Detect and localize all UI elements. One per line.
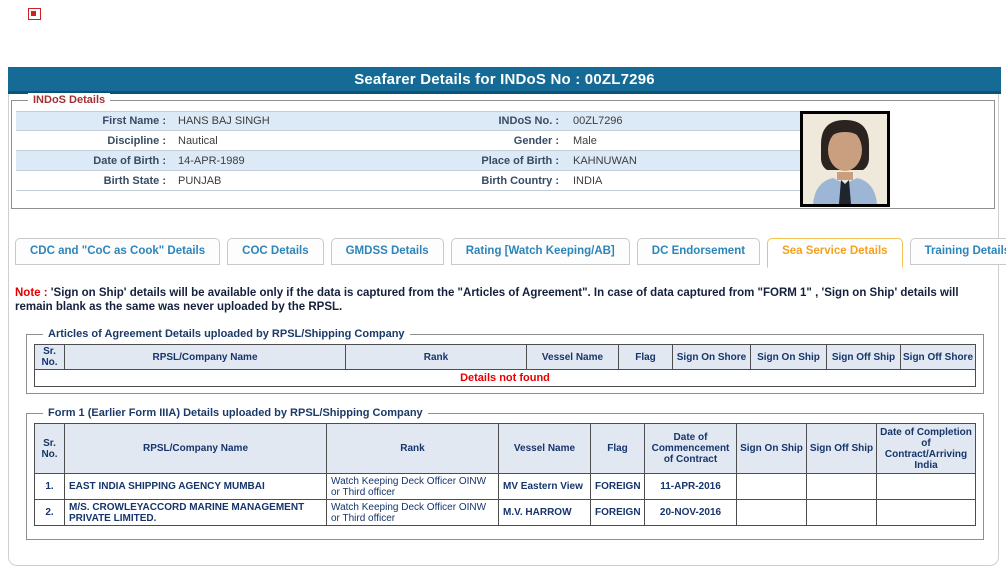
form1-col-sign-off-ship: Sign Off Ship	[806, 423, 877, 474]
tab-cdc-coc-cook-details[interactable]: CDC and "CoC as Cook" Details	[15, 238, 221, 265]
articles-col-sign-on-shore: Sign On Shore	[672, 344, 751, 370]
articles-col-sign-off-ship: Sign Off Ship	[826, 344, 901, 370]
note-body: 'Sign on Ship' details will be available…	[15, 287, 959, 313]
articles-legend: Articles of Agreement Details uploaded b…	[43, 327, 410, 341]
articles-table: Sr. No. RPSL/Company Name Rank Vessel Na…	[34, 344, 976, 387]
discipline-value: Nautical	[178, 134, 218, 147]
form1-col-sign-on-ship: Sign On Ship	[736, 423, 807, 474]
articles-col-rank: Rank	[345, 344, 527, 370]
indos-details-legend: INDoS Details	[28, 93, 111, 107]
indos-no-label: INDoS No. :	[498, 115, 560, 127]
row1-sign-on-ship	[736, 473, 807, 500]
articles-col-sign-off-shore: Sign Off Shore	[900, 344, 976, 370]
birth-country-value: INDIA	[573, 174, 603, 187]
row2-flag: FOREIGN	[590, 499, 645, 526]
row1-rank: Watch Keeping Deck Officer OINW or Third…	[326, 473, 499, 500]
row2-vessel: M.V. HARROW	[498, 499, 591, 526]
form1-col-commencement: Date of Commencement of Contract	[644, 423, 737, 474]
birth-state-value: PUNJAB	[178, 174, 222, 187]
pob-value: KAHNUWAN	[573, 154, 637, 167]
row2-sign-on-ship	[736, 499, 807, 526]
row2-sign-off-ship	[806, 499, 877, 526]
details-not-found-message: Details not found	[34, 369, 976, 387]
articles-empty-row: Details not found	[34, 369, 976, 387]
first-name-label: First Name :	[102, 115, 166, 127]
dob-label: Date of Birth :	[93, 154, 166, 167]
indos-details-fieldset: INDoS Details First Name : HANS BAJ SING…	[11, 93, 995, 209]
form1-row-1: 1. EAST INDIA SHIPPING AGENCY MUMBAI Wat…	[34, 473, 976, 500]
gender-label: Gender :	[513, 134, 559, 147]
detail-tabs: CDC and "CoC as Cook" Details COC Detail…	[15, 238, 1006, 268]
articles-col-company: RPSL/Company Name	[64, 344, 346, 370]
row1-completion	[876, 473, 976, 500]
articles-col-flag: Flag	[618, 344, 673, 370]
row2-company: M/S. CROWLEYACCORD MARINE MANAGEMENT PRI…	[64, 499, 327, 526]
page-title: Seafarer Details for INDoS No : 00ZL7296	[8, 67, 1001, 94]
seafarer-photo	[800, 111, 890, 207]
form1-col-flag: Flag	[590, 423, 645, 474]
discipline-label: Discipline :	[107, 134, 166, 147]
articles-col-sign-on-ship: Sign On Ship	[750, 344, 827, 370]
row1-vessel: MV Eastern View	[498, 473, 591, 500]
birth-state-label: Birth State :	[103, 174, 166, 187]
form1-col-completion: Date of Completion of Contract/Arriving …	[876, 423, 976, 474]
row2-completion	[876, 499, 976, 526]
sign-on-ship-note: Note : 'Sign on Ship' details will be av…	[15, 286, 993, 314]
articles-col-sr-no: Sr. No.	[34, 344, 65, 370]
tab-gmdss-details[interactable]: GMDSS Details	[330, 238, 444, 265]
form1-col-sr-no: Sr. No.	[34, 423, 65, 474]
form1-legend: Form 1 (Earlier Form IIIA) Details uploa…	[43, 406, 428, 420]
form1-col-rank: Rank	[326, 423, 499, 474]
row1-commencement: 11-APR-2016	[644, 473, 737, 500]
tab-dc-endorsement[interactable]: DC Endorsement	[636, 238, 761, 265]
pob-label: Place of Birth :	[481, 154, 559, 167]
row1-flag: FOREIGN	[590, 473, 645, 500]
tab-sea-service-details[interactable]: Sea Service Details	[767, 238, 903, 268]
tab-training-details[interactable]: Training Details	[909, 238, 1006, 265]
form1-fieldset: Form 1 (Earlier Form IIIA) Details uploa…	[26, 406, 984, 540]
row2-rank: Watch Keeping Deck Officer OINW or Third…	[326, 499, 499, 526]
form1-col-vessel: Vessel Name	[498, 423, 591, 474]
row1-sr: 1.	[34, 473, 65, 500]
dob-value: 14-APR-1989	[178, 154, 245, 167]
row2-commencement: 20-NOV-2016	[644, 499, 737, 526]
articles-header-row: Sr. No. RPSL/Company Name Rank Vessel Na…	[34, 344, 976, 370]
gender-value: Male	[573, 134, 597, 147]
form1-row-2: 2. M/S. CROWLEYACCORD MARINE MANAGEMENT …	[34, 499, 976, 526]
indos-row-birth: Date of Birth : 14-APR-1989 Place of Bir…	[16, 151, 804, 171]
form1-header-row: Sr. No. RPSL/Company Name Rank Vessel Na…	[34, 423, 976, 474]
page-container: Seafarer Details for INDoS No : 00ZL7296…	[8, 67, 1006, 566]
indos-no-value: 00ZL7296	[573, 115, 623, 127]
indos-details-grid: First Name : HANS BAJ SINGH INDoS No. : …	[16, 111, 804, 191]
row1-company: EAST INDIA SHIPPING AGENCY MUMBAI	[64, 473, 327, 500]
form1-col-company: RPSL/Company Name	[64, 423, 327, 474]
tab-coc-details[interactable]: COC Details	[227, 238, 324, 265]
note-prefix: Note :	[15, 287, 48, 299]
articles-col-vessel: Vessel Name	[526, 344, 619, 370]
birth-country-label: Birth Country :	[481, 174, 559, 187]
indos-row-state: Birth State : PUNJAB Birth Country : IND…	[16, 171, 804, 191]
first-name-value: HANS BAJ SINGH	[178, 115, 270, 127]
indos-row-name: First Name : HANS BAJ SINGH INDoS No. : …	[16, 111, 804, 131]
row2-sr: 2.	[34, 499, 65, 526]
broken-image-icon	[28, 8, 41, 20]
articles-of-agreement-fieldset: Articles of Agreement Details uploaded b…	[26, 327, 984, 394]
seafarer-photo-image	[803, 114, 887, 204]
row1-sign-off-ship	[806, 473, 877, 500]
tab-rating-watch-keeping-ab[interactable]: Rating [Watch Keeping/AB]	[450, 238, 630, 265]
form1-table: Sr. No. RPSL/Company Name Rank Vessel Na…	[34, 423, 976, 526]
indos-row-discipline: Discipline : Nautical Gender : Male	[16, 131, 804, 151]
